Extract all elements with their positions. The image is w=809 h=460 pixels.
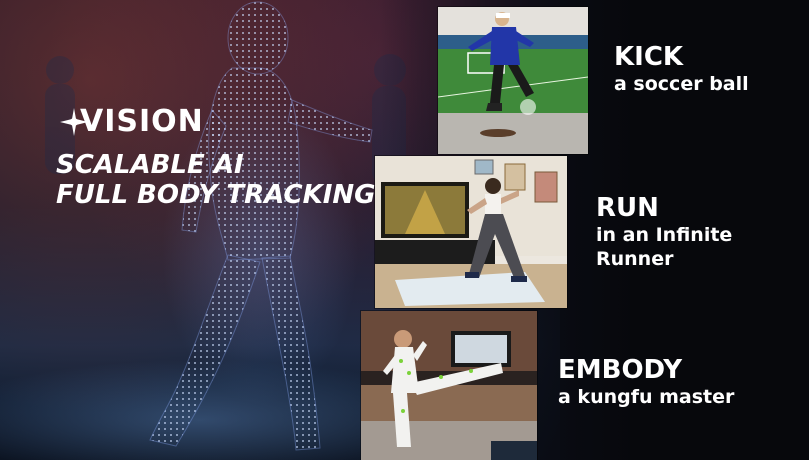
tagline: SCALABLE AI FULL BODY TRACKING [56, 150, 396, 210]
activity-subtitle: a kungfu master [558, 386, 735, 408]
soccer-kick-photo [437, 6, 589, 155]
kungfu-kick-photo [360, 310, 538, 460]
slide: VISION SCALABLE AI FULL BODY TRACKING KI… [0, 0, 809, 460]
sparkle-icon [60, 107, 88, 136]
tagline-line-2: FULL BODY TRACKING [56, 180, 376, 210]
activity-subtitle-line-2: Runner [596, 248, 674, 270]
activity-embody-caption: EMBODY a kungfu master [558, 355, 734, 409]
activity-title: EMBODY [558, 355, 683, 385]
activity-title: RUN [596, 193, 659, 223]
vision-logo: VISION [60, 104, 204, 139]
activity-title: KICK [614, 42, 684, 72]
activity-kick-caption: KICK a soccer ball [614, 42, 749, 96]
activity-subtitle-line-1: in an Infinite [596, 224, 733, 246]
vision-logo-text: VISION [80, 104, 204, 139]
activity-subtitle: a soccer ball [614, 73, 749, 95]
living-room-runner-photo [374, 155, 568, 309]
tagline-line-1: SCALABLE AI [56, 150, 244, 180]
activity-run-caption: RUN in an Infinite Runner [596, 193, 732, 271]
